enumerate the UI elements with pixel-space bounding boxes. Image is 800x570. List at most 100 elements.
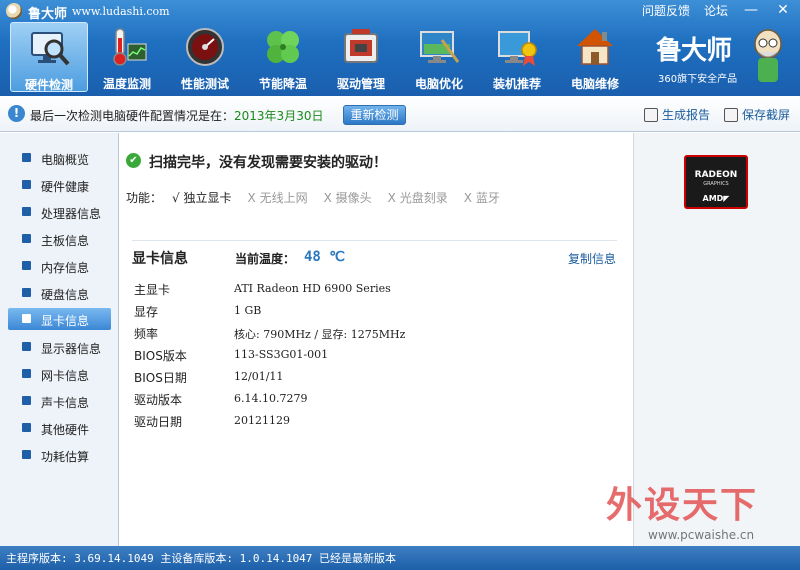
bullet-icon bbox=[22, 314, 31, 323]
driver-chip-icon bbox=[344, 29, 378, 63]
spec-key: 频率 bbox=[134, 327, 159, 341]
info-bar: ! 最后一次检测电脑硬件配置情况是在：2013年3月30日 重新检测 生成报告 … bbox=[0, 96, 800, 132]
check-icon: ✔ bbox=[126, 153, 141, 168]
sidebar-item-monitor[interactable]: 显示器信息 bbox=[8, 336, 111, 358]
bullet-icon bbox=[22, 153, 31, 162]
main-nav: 硬件检测 温度监测 性能测试 节能降温 驱动管理 电脑优化 装机推荐 电脑维修 bbox=[10, 22, 634, 92]
nav-item-optimize[interactable]: 电脑优化 bbox=[400, 22, 478, 92]
sidebar-item-sound[interactable]: 声卡信息 bbox=[8, 390, 111, 412]
sidebar-item-label: 处理器信息 bbox=[41, 207, 102, 221]
nav-item-hardware-detect[interactable]: 硬件检测 bbox=[10, 22, 88, 92]
spec-row: BIOS日期 12/01/11 bbox=[134, 369, 614, 389]
sidebar-item-motherboard[interactable]: 主板信息 bbox=[8, 228, 111, 250]
feature-item: X 无线上网 bbox=[247, 191, 308, 205]
spec-value: 6.14.10.7279 bbox=[234, 392, 308, 405]
copy-info-link[interactable]: 复制信息 bbox=[568, 250, 616, 267]
sidebar-item-health[interactable]: 硬件健康 bbox=[8, 174, 111, 196]
nav-label: 电脑维修 bbox=[570, 77, 619, 91]
nav-item-performance[interactable]: 性能测试 bbox=[166, 22, 244, 92]
recheck-button[interactable]: 重新检测 bbox=[343, 105, 406, 125]
sidebar-item-label: 电脑概览 bbox=[41, 153, 90, 167]
sidebar-item-label: 其他硬件 bbox=[41, 423, 90, 437]
bullet-icon bbox=[22, 234, 31, 243]
feature-list: 功能： √ 独立显卡 X 无线上网 X 摄像头 X 光盘刻录 X 蓝牙 bbox=[126, 189, 516, 206]
logo-line-radeon: RADEON bbox=[694, 170, 738, 180]
section-title: 显卡信息 bbox=[132, 251, 188, 267]
bullet-icon bbox=[22, 450, 31, 459]
feature-item: X 摄像头 bbox=[323, 191, 372, 205]
features-label: 功能： bbox=[126, 191, 163, 205]
nav-item-repair[interactable]: 电脑维修 bbox=[556, 22, 634, 92]
feedback-link[interactable]: 问题反馈 bbox=[642, 2, 690, 19]
divider bbox=[132, 240, 617, 241]
sidebar-item-graphics[interactable]: 显卡信息 bbox=[8, 308, 111, 330]
spec-key: 驱动日期 bbox=[134, 415, 183, 429]
top-links: 问题反馈 论坛 — ✕ bbox=[642, 1, 792, 19]
brand-subtitle: 360旗下安全产品 bbox=[658, 74, 738, 85]
sidebar-item-network[interactable]: 网卡信息 bbox=[8, 363, 111, 385]
sidebar-item-label: 功耗估算 bbox=[41, 450, 90, 464]
logo-line-amd: AMD◤ bbox=[702, 194, 730, 203]
camera-icon bbox=[724, 107, 738, 122]
minimize-button[interactable]: — bbox=[742, 1, 760, 19]
sidebar-item-label: 网卡信息 bbox=[41, 369, 90, 383]
nav-item-temperature[interactable]: 温度监测 bbox=[88, 22, 166, 92]
spec-key: 驱动版本 bbox=[134, 393, 183, 407]
generate-report-link[interactable]: 生成报告 bbox=[644, 106, 710, 123]
bullet-icon bbox=[22, 396, 31, 405]
thermometer-icon bbox=[113, 28, 147, 66]
nav-label: 性能测试 bbox=[180, 77, 229, 91]
clover-leaf-icon bbox=[267, 31, 299, 63]
sidebar-item-label: 声卡信息 bbox=[41, 396, 90, 410]
logo-line-graphics: GRAPHICS bbox=[703, 181, 729, 187]
app-url: www.ludashi.com bbox=[72, 5, 170, 18]
forum-link[interactable]: 论坛 bbox=[704, 2, 728, 19]
close-button[interactable]: ✕ bbox=[774, 1, 792, 19]
status-bar: 主程序版本: 3.69.14.1049 主设备库版本: 1.0.14.1047 … bbox=[0, 546, 800, 570]
spec-row: 频率 核心: 790MHz / 显存: 1275MHz bbox=[134, 325, 614, 345]
feature-item: X 蓝牙 bbox=[463, 191, 500, 205]
spec-row: 驱动日期 20121129 bbox=[134, 413, 614, 433]
watermark-text: 外设天下 bbox=[606, 484, 759, 526]
spec-key: 主显卡 bbox=[134, 283, 171, 297]
save-screenshot-label: 保存截屏 bbox=[742, 108, 791, 122]
brand: 鲁大师 360旗下安全产品 bbox=[656, 28, 786, 90]
nav-label: 装机推荐 bbox=[492, 77, 541, 91]
nav-item-recommend[interactable]: 装机推荐 bbox=[478, 22, 556, 92]
sidebar-item-power[interactable]: 功耗估算 bbox=[8, 444, 111, 466]
sidebar-item-cpu[interactable]: 处理器信息 bbox=[8, 201, 111, 223]
sidebar-item-overview[interactable]: 电脑概览 bbox=[8, 147, 111, 169]
nav-item-energy[interactable]: 节能降温 bbox=[244, 22, 322, 92]
sidebar-item-label: 显示器信息 bbox=[41, 342, 102, 356]
sidebar-item-label: 主板信息 bbox=[41, 234, 90, 248]
award-monitor-icon bbox=[498, 31, 537, 66]
sidebar-item-label: 硬件健康 bbox=[41, 180, 90, 194]
sidebar-item-other[interactable]: 其他硬件 bbox=[8, 417, 111, 439]
bullet-icon bbox=[22, 261, 31, 270]
spec-value: 113-SS3G01-001 bbox=[234, 348, 329, 361]
amd-radeon-logo: RADEON GRAPHICS AMD◤ bbox=[684, 155, 748, 209]
last-check-prefix: 最后一次检测电脑硬件配置情况是在： bbox=[30, 109, 235, 123]
app-title: 鲁大师 bbox=[28, 7, 68, 22]
header: 鲁大师 www.ludashi.com 问题反馈 论坛 — ✕ 硬件检测 温度监… bbox=[0, 0, 800, 96]
save-screenshot-link[interactable]: 保存截屏 bbox=[724, 106, 790, 123]
bullet-icon bbox=[22, 207, 31, 216]
temperature-label: 当前温度： bbox=[235, 252, 296, 266]
bullet-icon bbox=[22, 342, 31, 351]
sidebar-item-label: 显卡信息 bbox=[41, 314, 90, 328]
speedometer-icon bbox=[186, 28, 224, 66]
hardware-detect-icon bbox=[31, 32, 70, 66]
feature-item: √ 独立显卡 bbox=[172, 191, 232, 205]
sidebar-item-label: 内存信息 bbox=[41, 261, 90, 275]
watermark-url: www.pcwaishe.cn bbox=[648, 528, 755, 542]
spec-value: ATI Radeon HD 6900 Series bbox=[234, 282, 391, 295]
feature-item: X 光盘刻录 bbox=[387, 191, 448, 205]
temperature-value: 48 ℃ bbox=[304, 249, 346, 265]
watermark: 外设天下 www.pcwaishe.cn bbox=[600, 472, 800, 546]
spec-row: BIOS版本 113-SS3G01-001 bbox=[134, 347, 614, 367]
sidebar-item-disk[interactable]: 硬盘信息 bbox=[8, 282, 111, 304]
nav-item-driver[interactable]: 驱动管理 bbox=[322, 22, 400, 92]
sidebar: 电脑概览 硬件健康 处理器信息 主板信息 内存信息 硬盘信息 显卡信息 显示器信… bbox=[0, 133, 119, 546]
sidebar-item-memory[interactable]: 内存信息 bbox=[8, 255, 111, 277]
spec-value: 核心: 790MHz / 显存: 1275MHz bbox=[234, 328, 406, 341]
